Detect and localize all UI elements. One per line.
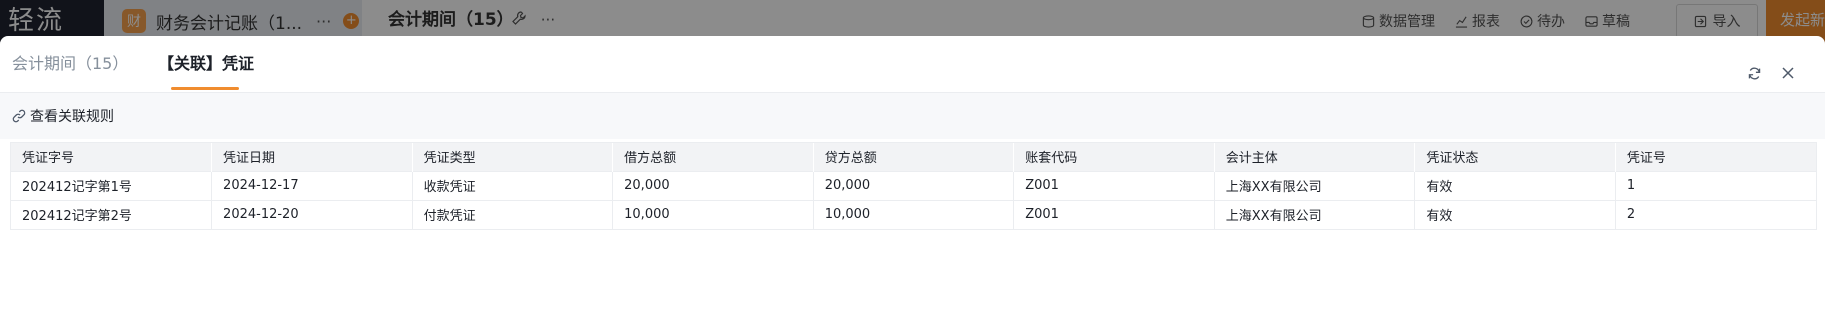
column-header[interactable]: 凭证状态 xyxy=(1414,143,1616,171)
column-header[interactable]: 凭证类型 xyxy=(412,143,614,171)
view-link-rules-label: 查看关联规则 xyxy=(30,109,114,125)
active-tab-indicator xyxy=(171,87,239,90)
table-header-row: 凭证字号 凭证日期 凭证类型 借方总额 贷方总额 账套代码 会计主体 凭证状态 … xyxy=(11,143,1816,171)
voucher-table: 凭证字号 凭证日期 凭证类型 借方总额 贷方总额 账套代码 会计主体 凭证状态 … xyxy=(10,142,1817,230)
table-cell: 上海XX有限公司 xyxy=(1214,199,1416,229)
column-header[interactable]: 凭证字号 xyxy=(11,143,213,171)
table-cell: 202412记字第1号 xyxy=(11,170,213,200)
table-row[interactable]: 202412记字第2号 2024-12-20 付款凭证 10,000 10,00… xyxy=(11,199,1816,229)
table-cell: 2024-12-20 xyxy=(211,199,413,229)
column-header[interactable]: 凭证日期 xyxy=(211,143,413,171)
table-cell: 2024-12-17 xyxy=(211,170,413,200)
table-cell: 收款凭证 xyxy=(412,170,614,200)
view-link-rules-button[interactable]: 查看关联规则 xyxy=(12,93,114,139)
related-records-drawer: 会计期间（15） 【关联】凭证 查看关联规则 凭证字号 凭证日期 凭证类型 借方… xyxy=(0,36,1825,310)
drawer-tabs: 会计期间（15） 【关联】凭证 xyxy=(0,36,1825,93)
close-button[interactable] xyxy=(1777,62,1799,84)
table-cell: 有效 xyxy=(1414,199,1616,229)
column-header[interactable]: 账套代码 xyxy=(1013,143,1215,171)
table-cell: 1 xyxy=(1615,170,1816,200)
column-header[interactable]: 贷方总额 xyxy=(813,143,1015,171)
table-cell: 上海XX有限公司 xyxy=(1214,170,1416,200)
table-cell: 有效 xyxy=(1414,170,1616,200)
table-cell: 10,000 xyxy=(612,199,814,229)
table-cell: Z001 xyxy=(1013,199,1215,229)
close-icon xyxy=(1782,67,1794,79)
table-cell: 付款凭证 xyxy=(412,199,614,229)
refresh-icon xyxy=(1748,67,1760,79)
drawer-toolbar: 查看关联规则 xyxy=(0,93,1825,139)
column-header[interactable]: 会计主体 xyxy=(1214,143,1416,171)
table-cell: 20,000 xyxy=(612,170,814,200)
table-cell: Z001 xyxy=(1013,170,1215,200)
link-icon xyxy=(12,109,26,123)
table-cell: 20,000 xyxy=(813,170,1015,200)
tab-related-vouchers[interactable]: 【关联】凭证 xyxy=(158,36,254,92)
table-row[interactable]: 202412记字第1号 2024-12-17 收款凭证 20,000 20,00… xyxy=(11,170,1816,200)
tab-accounting-period[interactable]: 会计期间（15） xyxy=(12,36,128,92)
table-cell: 2 xyxy=(1615,199,1816,229)
table-cell: 10,000 xyxy=(813,199,1015,229)
table-cell: 202412记字第2号 xyxy=(11,199,213,229)
column-header[interactable]: 借方总额 xyxy=(612,143,814,171)
refresh-button[interactable] xyxy=(1743,62,1765,84)
column-header[interactable]: 凭证号 xyxy=(1615,143,1816,171)
